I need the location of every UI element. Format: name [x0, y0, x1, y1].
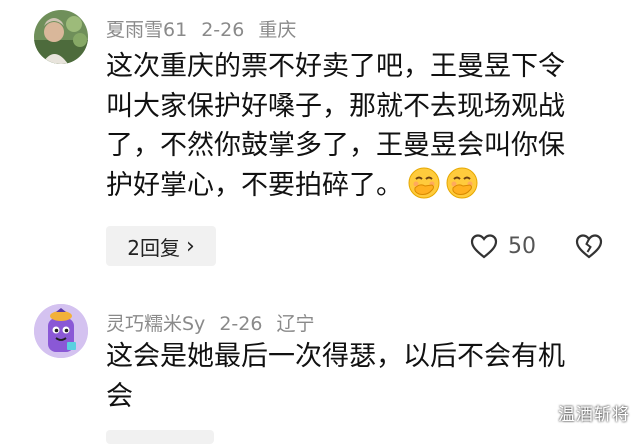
avatar-cartoon: [34, 304, 88, 358]
view-replies-button[interactable]: 2回复 ›: [106, 226, 216, 266]
comment-line: 护好掌心，不要拍碎了。: [106, 169, 403, 201]
heart-icon: [470, 234, 498, 259]
watermark: 温酒斩将: [558, 405, 630, 425]
comment-text: 这会是她最后一次得瑟，以后不会有机 会: [106, 337, 606, 416]
comment-date: 2-26: [201, 19, 245, 41]
comment-item: 灵巧糯米Sy 2-26 辽宁 这会是她最后一次得瑟，以后不会有机 会: [0, 290, 640, 444]
like-count: 50: [508, 233, 536, 259]
avatar-photo: [34, 10, 88, 64]
view-replies-button[interactable]: [106, 430, 214, 444]
chevron-right-icon: ›: [185, 233, 195, 259]
like-button[interactable]: 50: [470, 233, 536, 259]
comment-meta: 夏雨雪61 2-26 重庆: [106, 15, 310, 42]
hand-over-mouth-emoji-icon: [446, 167, 478, 198]
comment-location: 辽宁: [276, 313, 315, 335]
comment-line: 了，不然你鼓掌多了，王曼昱会叫你保: [106, 130, 565, 161]
reply-count-label: 2回复: [127, 235, 180, 260]
comment-text: 这次重庆的票不好卖了吧，王曼昱下令 叫大家保护好嗓子，那就不去现场观战 了，不然…: [106, 47, 606, 205]
comment-line: 这会是她最后一次得瑟，以后不会有机: [106, 341, 565, 372]
username[interactable]: 夏雨雪61: [106, 19, 187, 41]
comment-item: 夏雨雪61 2-26 重庆 这次重庆的票不好卖了吧，王曼昱下令 叫大家保护好嗓子，那…: [0, 0, 640, 290]
dislike-button[interactable]: [575, 233, 603, 263]
comment-line: 会: [106, 380, 133, 412]
comment-location: 重庆: [258, 19, 297, 41]
comment-line-with-emoji: 护好掌心，不要拍碎了。: [106, 166, 606, 206]
comment-meta: 灵巧糯米Sy 2-26 辽宁: [106, 309, 328, 336]
username[interactable]: 灵巧糯米Sy: [106, 313, 205, 335]
user-avatar[interactable]: [34, 304, 88, 358]
user-avatar[interactable]: [34, 10, 88, 64]
comment-line: 这次重庆的票不好卖了吧，王曼昱下令: [106, 51, 565, 82]
broken-heart-icon: [575, 234, 603, 259]
comment-date: 2-26: [219, 313, 263, 335]
hand-over-mouth-emoji-icon: [408, 167, 440, 198]
comment-line: 叫大家保护好嗓子，那就不去现场观战: [106, 90, 565, 122]
